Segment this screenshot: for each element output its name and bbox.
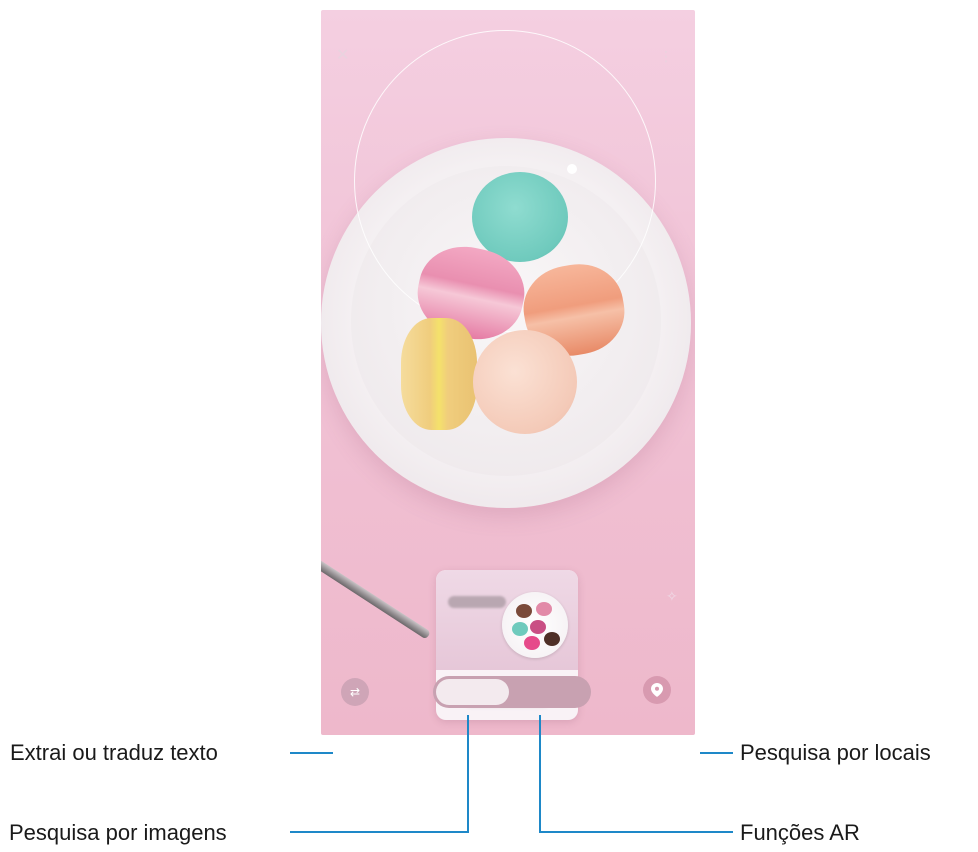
callout-line-ar-vertical [539,715,541,833]
camera-view-screen: ✕ ⋮ ✧ ⇄ [321,10,695,735]
mode-switch[interactable] [433,676,591,708]
callout-extract-text: Extrai ou traduz texto [10,740,218,765]
straw [321,555,431,640]
callout-ar-functions: Funções AR [740,820,860,845]
mini-macaron [544,632,560,646]
mini-macaron [512,622,528,636]
more-options-icon[interactable]: ⋮ [659,48,673,64]
macaron-yellow [401,318,477,430]
text-extract-button[interactable]: ⇄ [341,678,369,706]
result-thumbnail [436,570,578,670]
places-button[interactable] [643,676,671,704]
close-icon[interactable]: ✕ [336,48,349,64]
mini-macaron [516,604,532,618]
callout-line-places [700,752,733,754]
callout-search-places: Pesquisa por locais [740,740,931,765]
mini-macaron [530,620,546,634]
result-tag [448,596,506,608]
result-bowl-image [502,592,568,658]
mode-ar[interactable] [515,679,588,705]
macaron-mint [472,172,568,262]
callout-search-images: Pesquisa por imagens [9,820,227,845]
focus-dot [567,164,577,174]
mini-macaron [524,636,540,650]
callout-line-images-horizontal [290,831,469,833]
mode-image-search[interactable] [436,679,509,705]
callout-line-ar-horizontal [539,831,733,833]
macaron-cream [473,330,577,434]
sparkle-icon: ✧ [666,588,678,604]
mini-macaron [536,602,552,616]
callout-line-extract [290,752,333,754]
text-extract-icon: ⇄ [349,685,361,699]
callout-line-images-vertical [467,715,469,833]
location-pin-icon [651,683,663,697]
